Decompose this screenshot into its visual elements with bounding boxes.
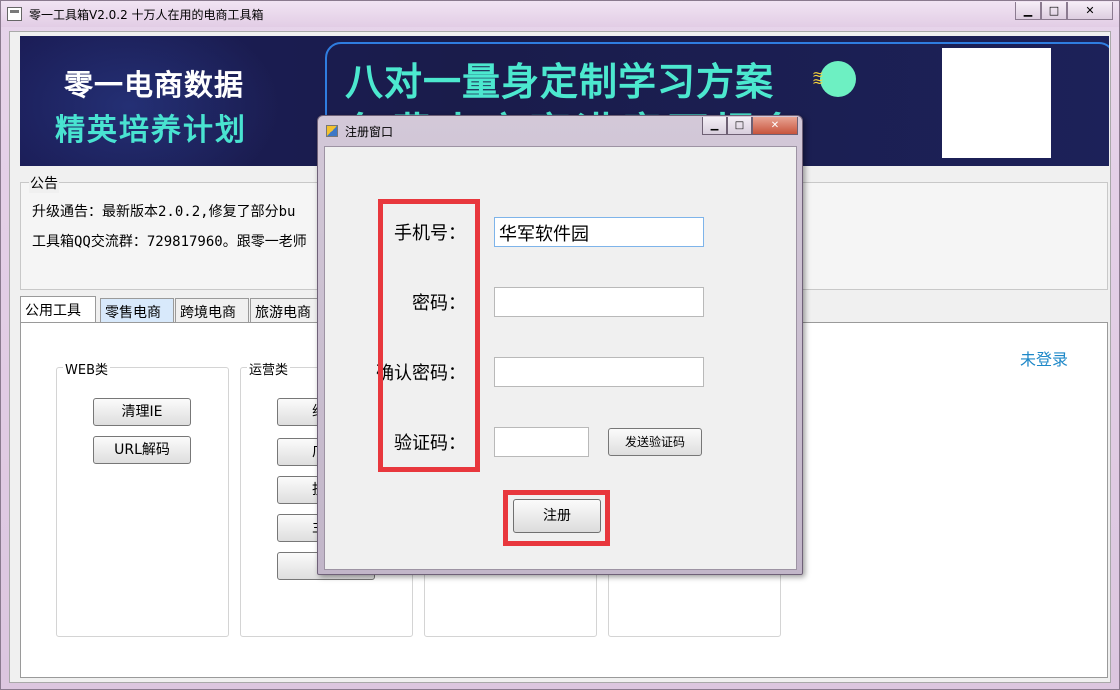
dialog-minimize-button[interactable]: ▁ bbox=[702, 117, 727, 135]
banner-line-3: 八对一量身定制学习方案 bbox=[345, 60, 775, 104]
login-status-link[interactable]: 未登录 bbox=[1020, 346, 1068, 370]
clear-ie-button[interactable]: 清理IE bbox=[93, 398, 191, 426]
wave-icon: ≈ ≈ bbox=[812, 67, 824, 90]
maximize-button[interactable]: □ bbox=[1041, 2, 1067, 20]
verification-code-input[interactable] bbox=[494, 427, 589, 457]
banner-line-2: 精英培养计划 bbox=[55, 113, 247, 148]
dialog-title-bar: 注册窗口 ▁ □ ✕ bbox=[318, 116, 802, 144]
minimize-button[interactable]: ▁ bbox=[1015, 2, 1041, 20]
dialog-close-button[interactable]: ✕ bbox=[752, 117, 798, 135]
group-operations-label: 运营类 bbox=[247, 359, 291, 378]
dialog-controls: ▁ □ ✕ bbox=[702, 117, 798, 135]
tab-public-tools[interactable]: 公用工具 bbox=[20, 296, 96, 322]
close-button[interactable]: ✕ bbox=[1067, 2, 1113, 20]
phone-input[interactable]: 华军软件园 bbox=[494, 217, 704, 247]
send-code-button[interactable]: 发送验证码 bbox=[608, 428, 702, 456]
notice-line-1: 升级通告：最新版本2.0.2,修复了部分bu bbox=[32, 204, 296, 220]
notice-line-2: 工具箱QQ交流群：729817960。跟零一老师 bbox=[32, 234, 307, 250]
dialog-app-icon bbox=[326, 125, 338, 137]
notice-label: 公告 bbox=[29, 173, 59, 193]
labels-highlight-box bbox=[378, 199, 480, 472]
group-web: WEB类 清理IE URL解码 bbox=[56, 359, 229, 637]
tab-travel-ecommerce[interactable]: 旅游电商 bbox=[250, 298, 324, 322]
password-input[interactable] bbox=[494, 287, 704, 317]
dialog-maximize-button[interactable]: □ bbox=[727, 117, 752, 135]
group-web-label: WEB类 bbox=[63, 359, 110, 378]
banner-line-1: 零一电商数据 bbox=[64, 68, 245, 102]
dialog-title: 注册窗口 bbox=[345, 125, 394, 139]
window-controls: ▁ □ ✕ bbox=[1015, 2, 1113, 20]
window-title: 零一工具箱V2.0.2 十万人在用的电商工具箱 bbox=[29, 8, 264, 22]
tab-crossborder-ecommerce[interactable]: 跨境电商 bbox=[175, 298, 249, 322]
tab-retail-ecommerce[interactable]: 零售电商 bbox=[100, 298, 174, 322]
url-decode-button[interactable]: URL解码 bbox=[93, 436, 191, 464]
app-icon bbox=[7, 7, 22, 21]
main-title-bar: 零一工具箱V2.0.2 十万人在用的电商工具箱 ▁ □ ✕ bbox=[1, 1, 1119, 27]
register-highlight-box bbox=[503, 490, 610, 546]
main-window: 零一工具箱V2.0.2 十万人在用的电商工具箱 ▁ □ ✕ 零一电商数据 精英培… bbox=[0, 0, 1120, 690]
confirm-password-input[interactable] bbox=[494, 357, 704, 387]
qr-code-image bbox=[942, 48, 1051, 158]
